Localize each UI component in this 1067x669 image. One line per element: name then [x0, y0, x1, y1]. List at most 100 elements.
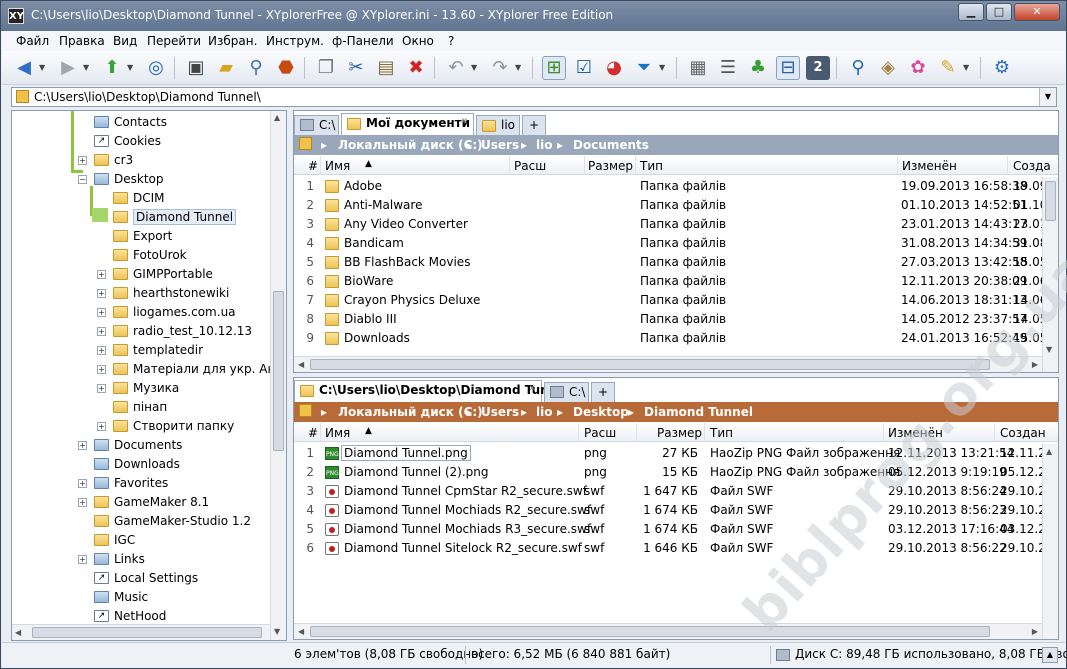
redo-dropdown-icon[interactable]: ▼	[515, 63, 521, 72]
filter-icon[interactable]: ⏷	[632, 56, 656, 80]
file-name[interactable]: Downloads	[344, 331, 410, 345]
pane2-tab-diamond-tunnel[interactable]: C:\Users\lio\Desktop\Diamond Tunn... ✕	[294, 380, 571, 402]
scroll-right-icon[interactable]: ▶	[1032, 360, 1038, 369]
status-expand-icon[interactable]: ▲	[1042, 647, 1058, 663]
tree-item[interactable]: + GIMPPortable	[12, 265, 270, 284]
search-icon[interactable]: ⚲	[846, 56, 870, 80]
crumb-lio[interactable]: lio	[536, 405, 552, 419]
tree-item[interactable]: + liogames.com.ua	[12, 303, 270, 322]
col-type[interactable]: Тип	[710, 426, 733, 440]
expand-toggle-icon[interactable]: +	[97, 346, 106, 355]
tree-item[interactable]: IGC	[12, 531, 270, 550]
file-name[interactable]: Anti-Malware	[344, 198, 422, 212]
tree-item[interactable]: + Створити папку	[12, 417, 270, 436]
tree-hscroll-thumb[interactable]	[32, 627, 262, 638]
columns-icon[interactable]: ▦	[686, 56, 710, 80]
forward-dropdown-icon[interactable]: ▼	[83, 63, 89, 72]
tree-vertical-scrollbar[interactable]: ▲ ▼	[270, 111, 286, 640]
col-name[interactable]: Имя	[325, 159, 350, 173]
pie-chart-icon[interactable]: ◕	[602, 56, 626, 80]
target-icon[interactable]: ◎	[144, 56, 168, 80]
tab-close-icon[interactable]: ✕	[528, 384, 536, 394]
undo-icon[interactable]: ↶	[444, 56, 468, 80]
crumb-users[interactable]: Users	[481, 405, 519, 419]
menu-panels[interactable]: ф-Панели	[332, 34, 394, 48]
menu-go[interactable]: Перейти	[147, 34, 201, 48]
tree-item[interactable]: Music	[12, 588, 270, 607]
checkbox-icon[interactable]: ☑	[572, 56, 596, 80]
file-row[interactable]: 5 BB FlashBack Movies Папка файлів 27.03.20…	[294, 253, 1051, 272]
menu-favorites[interactable]: Избран.	[208, 34, 257, 48]
crumb-lio[interactable]: lio	[536, 138, 552, 152]
folder-tree[interactable]: Contacts ↗ Cookies + cr3 − Desktop DCIM Diamond …	[11, 110, 287, 641]
tree-item[interactable]: + cr3	[12, 151, 270, 170]
crumb-local-disk[interactable]: Локальный диск (C:)	[338, 138, 483, 152]
expand-toggle-icon[interactable]: +	[78, 156, 87, 165]
expand-toggle-icon[interactable]: +	[78, 479, 87, 488]
pane-2-icon[interactable]: 2	[806, 56, 830, 80]
tree-item[interactable]: ↗ Local Settings	[12, 569, 270, 588]
tree-item[interactable]: GameMaker-Studio 1.2	[12, 512, 270, 531]
brush-dropdown-icon[interactable]: ▼	[963, 63, 969, 72]
scroll-up-icon[interactable]: ▲	[274, 113, 280, 122]
file-row[interactable]: 2 Anti-Malware Папка файлів 01.10.2013 14:5…	[294, 196, 1051, 215]
file-row[interactable]: 4 Bandicam Папка файлів 31.08.2013 14:34:59…	[294, 234, 1051, 253]
pane1-tab-lio[interactable]: lio	[476, 115, 520, 135]
tree-item[interactable]: + GameMaker 8.1	[12, 493, 270, 512]
file-row[interactable]: 6 BioWare Папка файлів 12.11.2013 20:38:09 2…	[294, 272, 1051, 291]
address-dropdown-icon[interactable]: ▼	[1039, 88, 1056, 106]
settings-gear-icon[interactable]: ⚙	[990, 56, 1014, 80]
scroll-left-icon[interactable]: ◀	[298, 360, 304, 369]
minimize-button[interactable]: ▁	[958, 3, 984, 21]
tree-toggle-icon[interactable]: ⊞	[542, 56, 566, 80]
col-type[interactable]: Тип	[640, 159, 663, 173]
forward-arrow-icon[interactable]: ▶	[56, 56, 80, 80]
crumb-diamond-tunnel[interactable]: Diamond Tunnel	[644, 405, 753, 419]
crumb-documents[interactable]: Documents	[573, 138, 649, 152]
paste-icon[interactable]: ▤	[374, 56, 398, 80]
pane2-tab-c[interactable]: C:\	[544, 382, 589, 402]
crumb-local-disk[interactable]: Локальный диск (C:)	[338, 405, 483, 419]
crumb-desktop[interactable]: Desktop	[573, 405, 629, 419]
find-icon[interactable]: ⚲	[244, 56, 268, 80]
col-created[interactable]: Созда	[1013, 159, 1051, 173]
undo-dropdown-icon[interactable]: ▼	[471, 63, 477, 72]
expand-toggle-icon[interactable]: +	[97, 289, 106, 298]
file-name[interactable]: Diamond Tunnel Sitelock R2_secure.swf	[344, 541, 582, 555]
title-bar[interactable]: XY C:\Users\lio\Desktop\Diamond Tunnel -…	[1, 1, 1066, 31]
scroll-left-icon[interactable]: ◀	[298, 627, 304, 636]
expand-toggle-icon[interactable]: +	[97, 327, 106, 336]
scroll-right-icon[interactable]: ▶	[1032, 627, 1038, 636]
scroll-left-icon[interactable]: ◀	[15, 628, 21, 637]
up-dropdown-icon[interactable]: ▼	[127, 63, 133, 72]
filter-dropdown-icon[interactable]: ▼	[659, 63, 665, 72]
address-path[interactable]: C:\Users\lio\Desktop\Diamond Tunnel\	[34, 90, 261, 104]
expand-toggle-icon[interactable]: −	[78, 175, 87, 184]
tree-item[interactable]: Contacts	[12, 113, 270, 132]
pane2-hscroll-thumb[interactable]	[310, 626, 990, 637]
tree-item[interactable]: Diamond Tunnel	[12, 208, 270, 227]
expand-toggle-icon[interactable]: +	[78, 498, 87, 507]
maximize-button[interactable]: □	[986, 3, 1012, 21]
expand-toggle-icon[interactable]: +	[97, 365, 106, 374]
col-num[interactable]: #	[308, 426, 318, 440]
pane1-hscroll-thumb[interactable]	[310, 359, 990, 370]
back-dropdown-icon[interactable]: ▼	[39, 63, 45, 72]
pane1-tab-c[interactable]: C:\	[294, 115, 339, 135]
cut-icon[interactable]: ✂	[344, 56, 368, 80]
tree-item[interactable]: + Музика	[12, 379, 270, 398]
new-folder-icon[interactable]: ▰	[214, 56, 238, 80]
tree-item[interactable]: + hearthstonewiki	[12, 284, 270, 303]
delete-icon[interactable]: ✖	[404, 56, 428, 80]
tree-item[interactable]: + templatedir	[12, 341, 270, 360]
copy-icon[interactable]: ❐	[314, 56, 338, 80]
file-name[interactable]: Bandicam	[344, 236, 404, 250]
up-folder-icon[interactable]: ⬆	[100, 56, 124, 80]
file-row[interactable]: 6 Diamond Tunnel Sitelock R2_secure.swf sw…	[294, 539, 1058, 558]
file-name[interactable]: Diamond Tunnel Mochiads R2_secure.swf	[344, 503, 591, 517]
menu-view[interactable]: Вид	[113, 34, 137, 48]
col-size[interactable]: Размер	[657, 426, 702, 440]
tree-item[interactable]: DCIM	[12, 189, 270, 208]
back-arrow-icon[interactable]: ◀	[12, 56, 36, 80]
tree-icon[interactable]: ♣	[746, 56, 770, 80]
